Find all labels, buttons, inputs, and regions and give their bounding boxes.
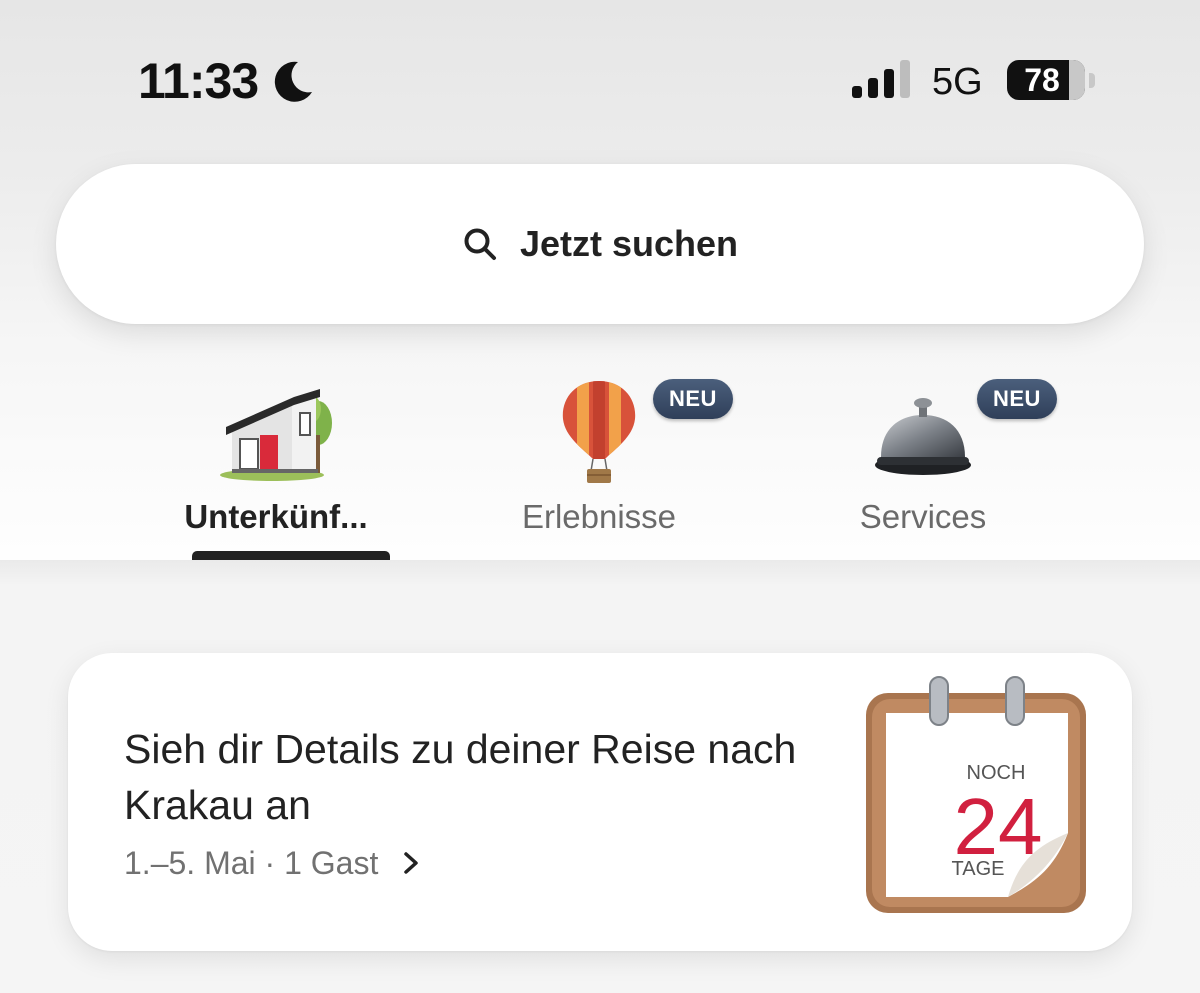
cellular-signal-icon: [852, 60, 910, 98]
calendar-countdown-icon: NOCH 24 TAGE: [858, 673, 1098, 929]
search-label: Jetzt suchen: [519, 223, 739, 264]
tab-services-label: Services: [859, 498, 987, 535]
battery-indicator: 78: [1007, 60, 1097, 102]
new-badge: NEU: [977, 379, 1057, 419]
search-icon: [464, 228, 496, 260]
search-bar[interactable]: Jetzt suchen: [56, 164, 1144, 324]
house-icon: [220, 389, 332, 481]
trip-title: Sieh dir Details zu deiner Reise nach Kr…: [124, 726, 797, 828]
calendar-bottom-label: TAGE: [951, 858, 1005, 880]
tab-services[interactable]: Services NEU: [793, 375, 1057, 560]
chevron-right-icon: [404, 852, 419, 874]
tab-experiences-label: Erlebnisse: [521, 498, 677, 535]
trip-details-link[interactable]: 1.–5. Mai · 1 Gast: [124, 843, 422, 883]
status-time: 11:33: [138, 53, 259, 109]
service-bell-icon: [875, 398, 971, 475]
tab-accommodations[interactable]: Unterkünf...: [146, 375, 406, 560]
network-type: 5G: [932, 61, 983, 103]
new-badge: NEU: [653, 379, 733, 419]
moon-icon: [274, 61, 312, 102]
upcoming-trip-card[interactable]: Sieh dir Details zu deiner Reise nach Kr…: [68, 653, 1132, 951]
battery-icon: 78: [1007, 60, 1085, 100]
tab-experiences[interactable]: Erlebnisse NEU: [469, 375, 733, 560]
trip-dates-guests: 1.–5. Mai · 1 Gast: [124, 845, 379, 881]
hot-air-balloon-icon: [562, 381, 636, 483]
tab-accommodations-label: Unterkünf...: [184, 498, 368, 535]
battery-level: 78: [1024, 62, 1060, 98]
active-tab-indicator: [192, 551, 390, 560]
